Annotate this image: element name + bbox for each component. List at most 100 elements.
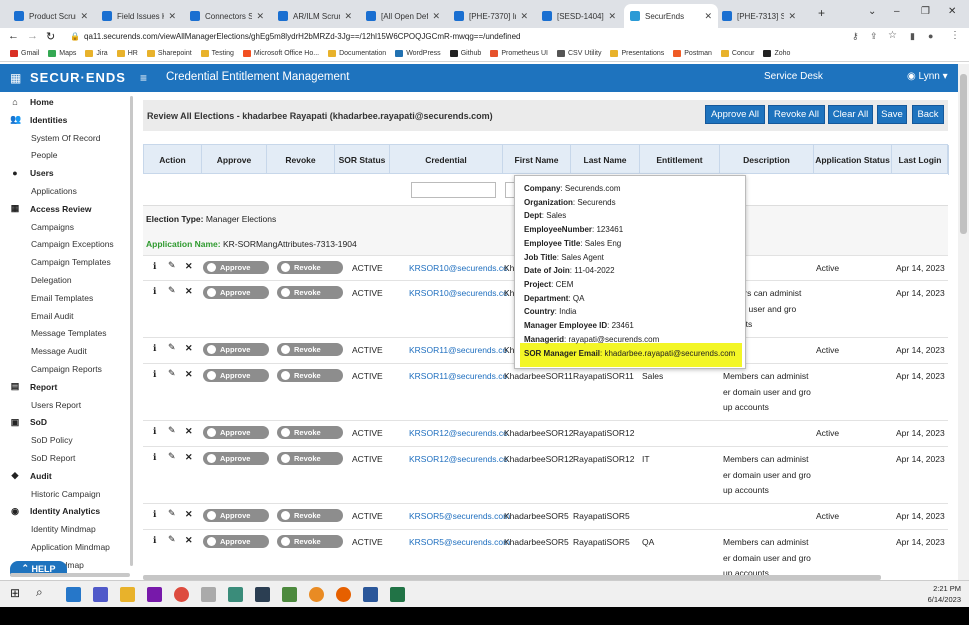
clear-icon[interactable]: ✕ xyxy=(185,535,193,546)
menu-icon[interactable]: ⋮ xyxy=(950,30,960,41)
bookmark-item[interactable]: WordPress xyxy=(395,50,441,57)
column-header-action[interactable]: Action xyxy=(144,145,202,175)
file-explorer-icon[interactable] xyxy=(120,587,135,602)
sidebar-item-audit[interactable]: ◆ Audit xyxy=(0,467,133,485)
approve-toggle[interactable]: Approve xyxy=(203,261,269,274)
edit-icon[interactable]: ✎ xyxy=(168,451,176,462)
bookmark-item[interactable]: Github xyxy=(449,50,481,57)
close-tab-icon[interactable]: ✕ xyxy=(344,11,352,22)
sidebar-item-home[interactable]: ⌂ Home xyxy=(0,93,133,111)
column-header-description[interactable]: Description xyxy=(720,145,814,175)
sidebar-item-campaign-reports[interactable]: Campaign Reports xyxy=(0,360,133,378)
bookmark-item[interactable]: Microsoft Office Ho... xyxy=(242,50,319,57)
credential-link[interactable]: KRSOR11@securends.co xyxy=(409,345,507,355)
sidebar-item-message-templates[interactable]: Message Templates xyxy=(0,324,133,342)
sidepanel-icon[interactable]: ▮ xyxy=(910,31,915,42)
column-header-last-name[interactable]: Last Name xyxy=(571,145,640,175)
page-scrollbar-thumb[interactable] xyxy=(960,74,967,234)
forward-icon[interactable]: → xyxy=(27,30,38,42)
credential-link[interactable]: KRSOR5@securends.com xyxy=(409,537,510,547)
info-icon[interactable]: ℹ xyxy=(153,535,156,546)
close-tab-icon[interactable]: ✕ xyxy=(80,11,88,22)
approve-toggle[interactable]: Approve xyxy=(203,286,269,299)
sidebar-item-message-audit[interactable]: Message Audit xyxy=(0,342,133,360)
browser-tab[interactable]: AR/ILM Scrum B… ✕ xyxy=(272,4,358,28)
bookmark-item[interactable]: Documentation xyxy=(328,50,386,57)
browser-tab[interactable]: Connectors Scrum…✕ xyxy=(184,4,270,28)
bookmark-item[interactable]: Prometheus UI xyxy=(490,50,548,57)
onenote-icon[interactable] xyxy=(147,587,162,602)
sidebar-item-campaign-exceptions[interactable]: Campaign Exceptions xyxy=(0,235,133,253)
revoke-all-button[interactable]: Revoke All xyxy=(768,105,825,124)
logo[interactable]: SECUR·ENDS xyxy=(30,70,126,85)
approve-toggle[interactable]: Approve xyxy=(203,369,269,382)
back-icon[interactable]: ← xyxy=(8,30,19,42)
column-header-sor-status[interactable]: SOR Status xyxy=(335,145,390,175)
credential-link[interactable]: KRSOR10@securends.co xyxy=(409,263,508,273)
credential-filter-input[interactable] xyxy=(411,182,496,198)
sidebar-item-identity-mindmap[interactable]: Identity Mindmap xyxy=(0,520,133,538)
outlook-icon[interactable] xyxy=(66,587,81,602)
clear-icon[interactable]: ✕ xyxy=(185,509,193,520)
edit-icon[interactable]: ✎ xyxy=(168,260,176,271)
apps-grid-icon[interactable]: ▦ xyxy=(10,71,21,85)
bookmark-item[interactable]: Concur xyxy=(720,50,754,57)
browser-tab[interactable]: SecurEnds ✕ xyxy=(624,4,718,28)
clear-icon[interactable]: ✕ xyxy=(185,286,193,297)
browser-tab[interactable]: [PHE-7313] SOR…✕ xyxy=(716,4,802,28)
approve-all-button[interactable]: Approve All xyxy=(705,105,765,124)
browser-tab[interactable]: [All Open Defect…✕ xyxy=(360,4,446,28)
sidebar-item-report[interactable]: ▤ Report xyxy=(0,378,133,396)
new-tab-icon[interactable]: + xyxy=(818,6,825,20)
bookmark-item[interactable]: Testing xyxy=(200,50,234,57)
sidebar-item-sod[interactable]: ▣ SoD xyxy=(0,413,133,431)
vpn-icon[interactable] xyxy=(309,587,324,602)
sidebar-item-delegation[interactable]: Delegation xyxy=(0,271,133,289)
sidebar-item-email-templates[interactable]: Email Templates xyxy=(0,289,133,307)
close-tab-icon[interactable]: ✕ xyxy=(432,11,440,22)
paint-icon[interactable] xyxy=(201,587,216,602)
browser-tab[interactable]: Field Issues Kanb… ✕ xyxy=(96,4,182,28)
column-header-revoke[interactable]: Revoke xyxy=(267,145,335,175)
user-menu[interactable]: ◉ Lynn ▾ xyxy=(907,71,948,82)
network-icon[interactable] xyxy=(282,587,297,602)
column-header-application-status[interactable]: Application Status xyxy=(814,145,892,175)
edit-icon[interactable]: ✎ xyxy=(168,368,176,379)
url-field[interactable]: qa11.securends.com/viewAllManagerElectio… xyxy=(84,32,521,41)
edit-icon[interactable]: ✎ xyxy=(168,342,176,353)
save-button[interactable]: Save xyxy=(877,105,907,124)
revoke-toggle[interactable]: Revoke xyxy=(277,535,343,548)
revoke-toggle[interactable]: Revoke xyxy=(277,343,343,356)
edit-icon[interactable]: ✎ xyxy=(168,534,176,545)
browser-tab[interactable]: [SESD-1404] Lum… ✕ xyxy=(536,4,622,28)
edit-icon[interactable]: ✎ xyxy=(168,285,176,296)
bookmark-item[interactable]: HR xyxy=(116,50,138,57)
excel-icon[interactable] xyxy=(390,587,405,602)
star-icon[interactable]: ☆ xyxy=(888,30,897,41)
revoke-toggle[interactable]: Revoke xyxy=(277,369,343,382)
page-scrollbar[interactable] xyxy=(958,64,969,580)
close-tab-icon[interactable]: ✕ xyxy=(704,11,712,22)
bookmark-item[interactable]: Presentations xyxy=(610,50,664,57)
sidebar-item-identities[interactable]: 👥 Identities xyxy=(0,111,133,129)
sidebar-item-people[interactable]: People xyxy=(0,146,133,164)
chrome-icon[interactable] xyxy=(174,587,189,602)
terminal-icon[interactable] xyxy=(255,587,270,602)
tab-search-icon[interactable]: ⌄ xyxy=(868,6,876,17)
clear-icon[interactable]: ✕ xyxy=(185,452,193,463)
edit-icon[interactable]: ✎ xyxy=(168,508,176,519)
info-icon[interactable]: ℹ xyxy=(153,343,156,354)
browser-tab[interactable]: [PHE-7370] Inde… ✕ xyxy=(448,4,534,28)
bookmark-item[interactable]: Zoho xyxy=(763,50,790,57)
info-icon[interactable]: ℹ xyxy=(153,452,156,463)
sidebar-item-applications[interactable]: Applications xyxy=(0,182,133,200)
clear-all-button[interactable]: Clear All xyxy=(828,105,873,124)
column-header-approve[interactable]: Approve xyxy=(202,145,267,175)
minimize-icon[interactable]: – xyxy=(894,6,900,17)
revoke-toggle[interactable]: Revoke xyxy=(277,509,343,522)
teams-icon[interactable] xyxy=(93,587,108,602)
column-header-last-login[interactable]: Last Login xyxy=(892,145,949,175)
column-header-credential[interactable]: Credential xyxy=(390,145,503,175)
approve-toggle[interactable]: Approve xyxy=(203,343,269,356)
sidebar-item-sod-report[interactable]: SoD Report xyxy=(0,449,133,467)
